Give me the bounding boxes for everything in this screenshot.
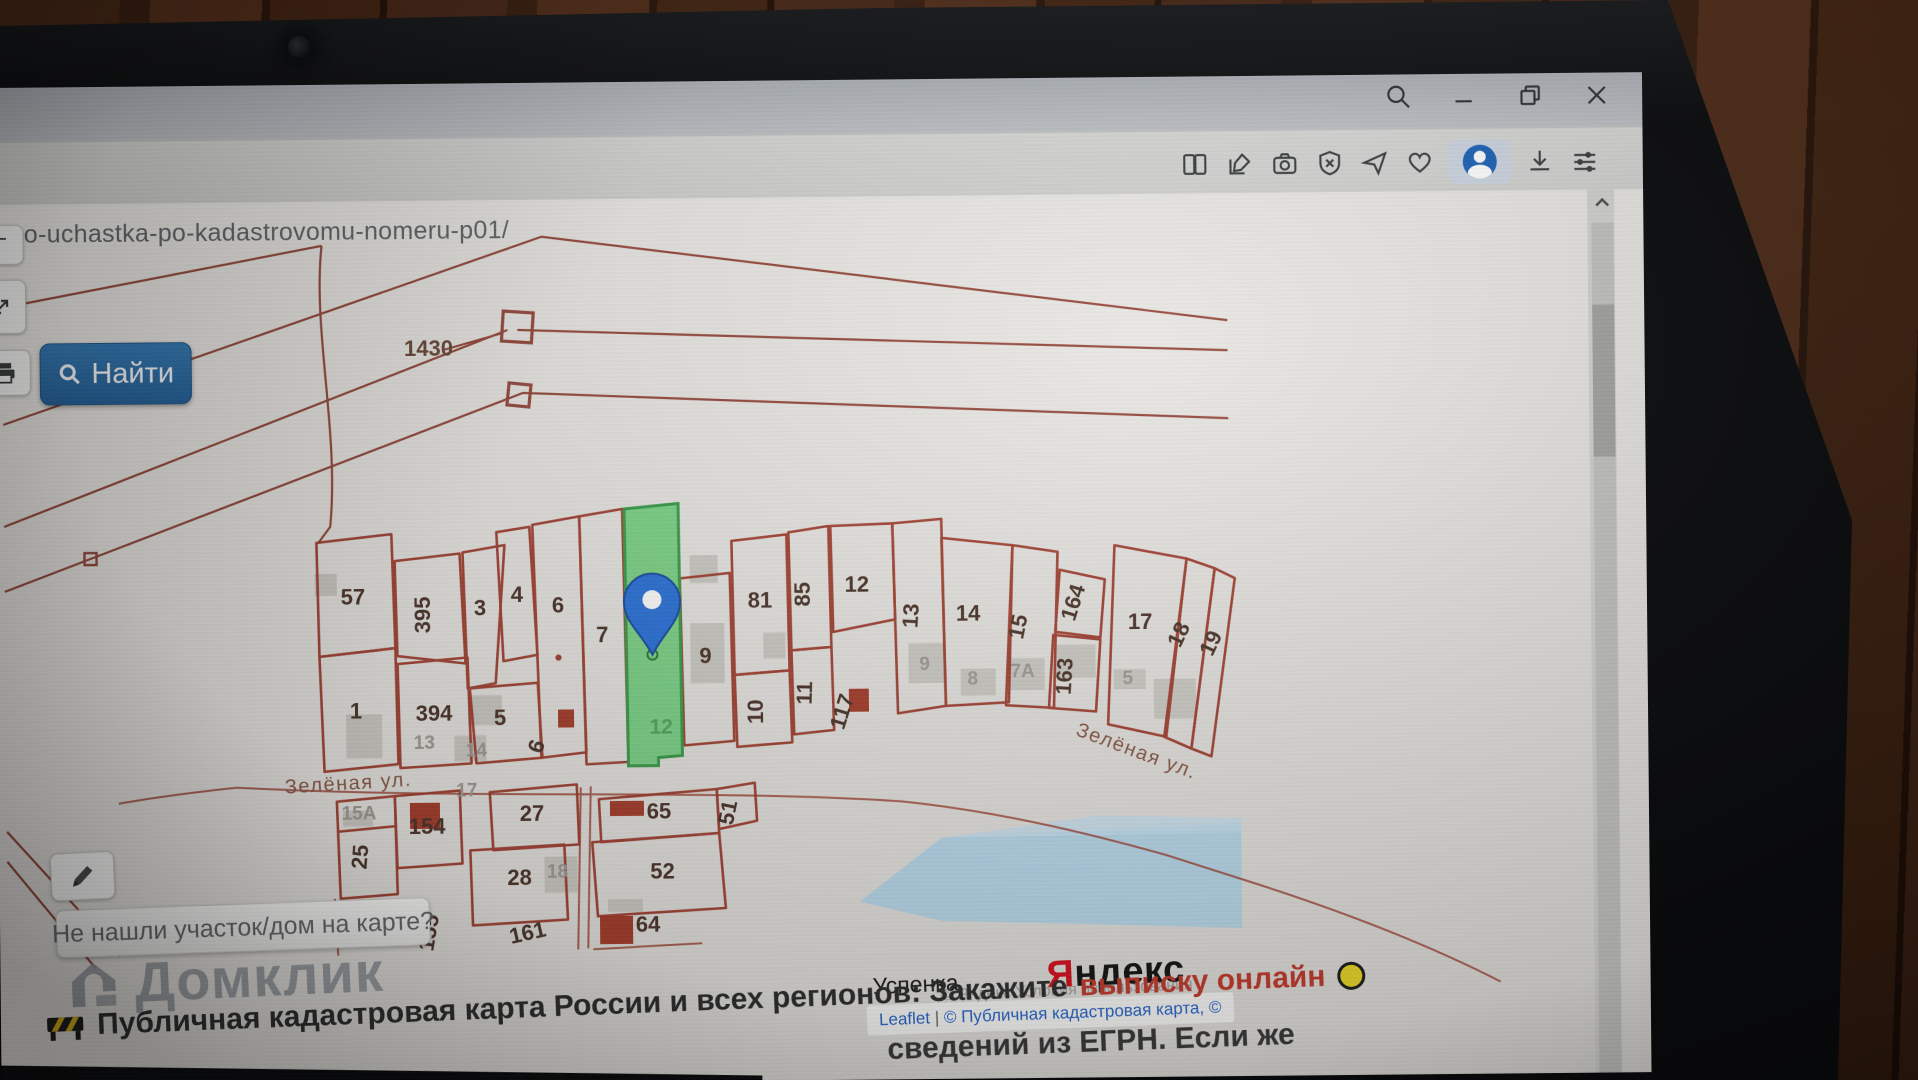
profile-button[interactable] xyxy=(1448,139,1511,185)
parcel-number-label: 4 xyxy=(511,582,524,607)
zoom-control-partial[interactable] xyxy=(0,224,24,266)
share-icon[interactable] xyxy=(1359,145,1391,181)
scrollbar-up-icon[interactable] xyxy=(1591,190,1613,214)
ruler-pencil-icon xyxy=(73,865,93,887)
parcel-number-label: 25 xyxy=(347,844,374,870)
parcel-number-label: 117 xyxy=(825,691,859,732)
minimize-button[interactable] xyxy=(1448,80,1480,112)
parcel-number-label: 6 xyxy=(552,593,564,618)
parcel-number-label: 1 xyxy=(350,698,362,723)
find-button[interactable]: Найти xyxy=(39,342,193,406)
parcel-number-label: 11 xyxy=(792,681,818,705)
map-label: 14 xyxy=(466,740,488,761)
parcel-number-label: 19 xyxy=(1194,627,1227,660)
expand-arrows-icon xyxy=(0,299,9,315)
parcel-number-label: 18 xyxy=(1162,618,1195,651)
print-button[interactable] xyxy=(0,349,31,397)
map-label: 13 xyxy=(414,733,435,754)
profile-avatar-icon xyxy=(1462,144,1497,179)
settings-sliders-icon[interactable] xyxy=(1569,143,1601,179)
pin-edit-icon[interactable] xyxy=(1224,146,1256,182)
reading-mode-icon[interactable] xyxy=(1179,146,1211,182)
map-label: 1430 xyxy=(404,336,453,361)
photo-of-laptop: { "window": { "controls": [ {"name": "se… xyxy=(0,0,1918,1080)
scrollbar-thumb[interactable] xyxy=(1592,304,1616,457)
parcel-number-label: 85 xyxy=(790,582,815,607)
parcel-number-label: 14 xyxy=(956,601,981,626)
webcam xyxy=(288,36,310,58)
screenshot-icon[interactable] xyxy=(1269,145,1301,181)
close-button[interactable] xyxy=(1580,78,1612,110)
parcel-number-label: 9 xyxy=(699,643,711,668)
construction-barrier-icon xyxy=(47,1016,84,1041)
parcel-number-label: 5 xyxy=(494,705,506,730)
favorites-icon[interactable] xyxy=(1404,144,1436,180)
parcel-number-label: 7 xyxy=(596,622,608,647)
find-button-label: Найти xyxy=(91,356,175,390)
parcel-number-label: 3 xyxy=(474,595,486,620)
parcel-number-label: 6 xyxy=(522,736,550,756)
water-area xyxy=(859,815,1243,929)
map-label: 17 xyxy=(456,780,477,801)
parcel-number-label: 64 xyxy=(636,912,661,937)
street-label: Зелёная ул. xyxy=(284,769,412,799)
search-icon[interactable] xyxy=(1382,80,1414,112)
parcel-number-label: 163 xyxy=(1051,657,1078,695)
parcel-number-label: 65 xyxy=(647,799,672,824)
map-label: 8 xyxy=(967,669,978,690)
parcel-number-label: 15 xyxy=(1003,612,1032,641)
measure-button[interactable] xyxy=(49,850,116,902)
parcel-number-label: 81 xyxy=(748,588,773,613)
leaflet-link[interactable]: Leaflet xyxy=(879,1008,931,1029)
map-label: 18 xyxy=(547,862,568,883)
fullscreen-button[interactable] xyxy=(0,279,27,335)
yellow-dot-icon xyxy=(1336,961,1366,991)
parcel-number-label: 395 xyxy=(410,596,435,633)
parcel-number-label: 27 xyxy=(520,801,545,826)
search-icon xyxy=(59,364,80,385)
parcel-number-label: 28 xyxy=(507,865,532,890)
parcel-number-label: 52 xyxy=(650,858,675,883)
parcel-number-label: 17 xyxy=(1128,609,1153,634)
map-label: 9 xyxy=(919,654,930,675)
parcel-number-label: 394 xyxy=(416,701,454,726)
parcel-number-label: 57 xyxy=(341,584,366,609)
map-label: 7A xyxy=(1010,661,1035,682)
parcel-number-label: 13 xyxy=(897,603,923,629)
printer-icon xyxy=(0,363,15,384)
parcel-number-label: 12 xyxy=(844,572,869,597)
street-label: Зелёная ул. xyxy=(1073,719,1200,784)
map-label: 12 xyxy=(649,715,673,738)
map-label: 15A xyxy=(341,803,376,824)
laptop-screen: ogo-uchastka-po-kadastrovomu-nomeru-p01/ xyxy=(0,72,1652,1080)
protect-icon[interactable] xyxy=(1314,145,1346,181)
downloads-icon[interactable] xyxy=(1524,143,1556,179)
parcel-number-label: 164 xyxy=(1055,580,1090,623)
parcel-number-label: 161 xyxy=(507,916,548,948)
parcel-number-label: 10 xyxy=(743,699,768,724)
domclick-house-icon xyxy=(71,962,117,1007)
restore-button[interactable] xyxy=(1514,79,1546,111)
map-label: 5 xyxy=(1122,668,1133,689)
parcel-number-label: 51 xyxy=(713,798,742,827)
parcel-number-label: 154 xyxy=(409,814,447,839)
